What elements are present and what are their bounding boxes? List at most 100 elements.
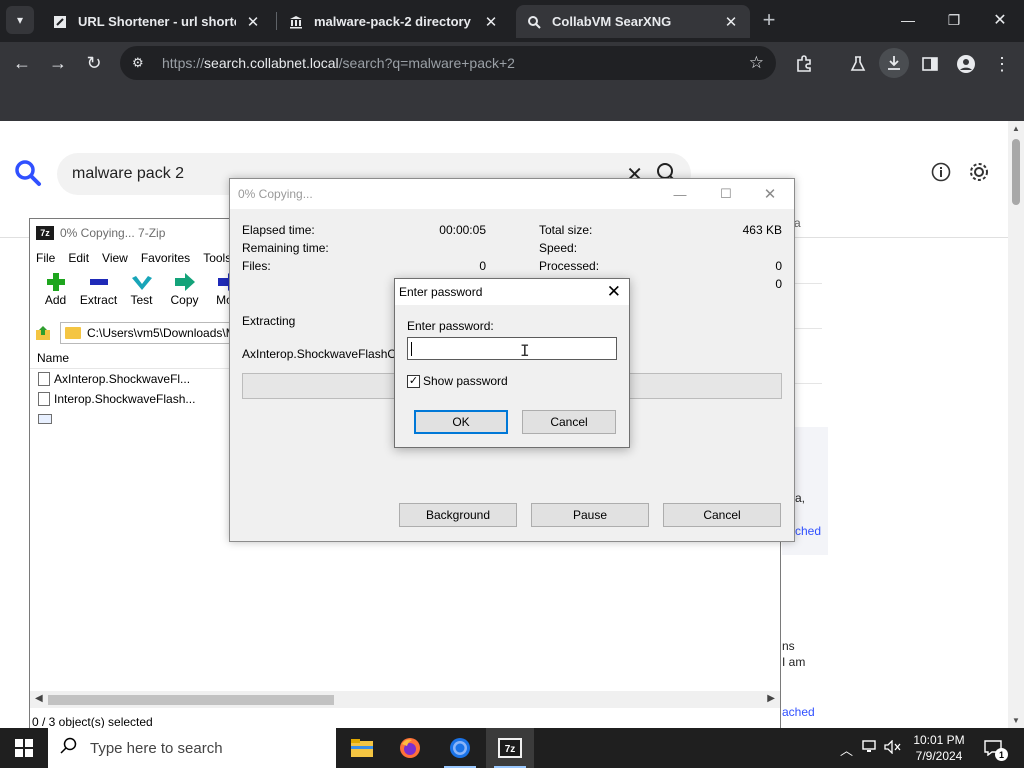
scroll-right-icon[interactable]: ▶ (767, 693, 775, 704)
bookmark-star-icon[interactable]: ☆ (749, 53, 764, 73)
checkbox-checked-icon[interactable]: ✓ (407, 374, 420, 388)
minimize-icon[interactable]: — (894, 8, 922, 32)
tab-search-chevron-icon[interactable]: ▾ (6, 6, 34, 34)
menu-favorites[interactable]: Favorites (141, 251, 190, 265)
processed-label: Processed: (539, 259, 600, 273)
window-file-icon (38, 414, 52, 424)
tab-url-shortener[interactable]: URL Shortener - url shortening ✕ (42, 5, 272, 38)
operation-label: Extracting (242, 314, 296, 328)
tab-collabvm-searxng[interactable]: CollabVM SearXNG ✕ (516, 5, 750, 38)
url-host: search.collabnet.local (204, 55, 339, 71)
close-icon[interactable]: ✕ (607, 282, 621, 302)
text-caret (411, 342, 412, 356)
pause-button[interactable]: Pause (531, 503, 649, 527)
menu-tools[interactable]: Tools (203, 251, 231, 265)
folder-icon (65, 327, 81, 339)
archive-favicon-icon (288, 14, 304, 30)
settings-gear-icon[interactable] (966, 159, 992, 185)
show-hidden-icons-chevron-icon[interactable]: ︿ (840, 740, 853, 759)
download-icon[interactable] (879, 48, 909, 78)
page-scrollbar[interactable]: ▲ ▼ (1008, 121, 1024, 728)
menu-file[interactable]: File (36, 251, 55, 265)
scroll-left-icon[interactable]: ◀ (35, 693, 43, 704)
chrome-icon[interactable] (436, 728, 484, 768)
password-field[interactable]: I (407, 337, 617, 360)
taskbar-search-placeholder: Type here to search (90, 739, 223, 757)
reload-icon[interactable]: ↻ (80, 50, 108, 76)
total-size-label: Total size: (539, 223, 593, 237)
file-name: AxInterop.ShockwaveFl... (54, 372, 191, 386)
extract-button[interactable]: Extract (77, 271, 120, 317)
extract-label: Extract (79, 293, 118, 307)
7zip-taskbar-icon[interactable]: 7z (486, 728, 534, 768)
result-link-fragment[interactable]: ached (782, 705, 815, 719)
7zip-logo-icon: 7z (36, 226, 54, 240)
compressed-value: 0 (775, 277, 782, 291)
cancel-copy-button[interactable]: Cancel (663, 503, 781, 527)
forward-arrow-icon[interactable]: → (44, 50, 72, 76)
processed-value: 0 (775, 259, 782, 273)
taskbar-search-box[interactable]: Type here to search (48, 728, 336, 768)
result-text-fragment: I am (782, 655, 806, 669)
address-url: https://search.collabnet.local/search?q=… (162, 55, 515, 71)
column-header-name[interactable]: Name (30, 347, 230, 369)
searxng-logo-icon[interactable] (14, 159, 42, 187)
scrollbar-thumb[interactable] (1012, 139, 1020, 205)
horizontal-scrollbar[interactable]: ◀ ▶ (30, 691, 780, 708)
minimize-icon[interactable]: — (670, 185, 690, 203)
browser-tab-strip: ▾ URL Shortener - url shortening ✕ malwa… (0, 0, 1024, 42)
restore-icon[interactable]: ❐ (940, 8, 968, 32)
scroll-up-icon[interactable]: ▲ (1012, 124, 1020, 133)
back-arrow-icon[interactable]: ← (8, 50, 36, 76)
add-button[interactable]: Add (34, 271, 77, 317)
add-plus-icon (46, 271, 66, 293)
firefox-icon[interactable] (386, 728, 434, 768)
file-name: Interop.ShockwaveFlash... (54, 392, 196, 406)
speed-label: Speed: (539, 241, 578, 255)
background-button[interactable]: Background (399, 503, 517, 527)
file-explorer-icon[interactable] (338, 728, 386, 768)
tab-malware-pack-listing[interactable]: malware-pack-2 directory listin ✕ (278, 5, 510, 38)
chrome-menu-icon[interactable]: ⋮ (990, 52, 1014, 76)
menu-view[interactable]: View (102, 251, 128, 265)
total-size-value: 463 KB (742, 223, 782, 237)
horizontal-scrollbar-thumb[interactable] (48, 695, 334, 705)
network-icon[interactable] (862, 740, 878, 757)
menu-edit[interactable]: Edit (68, 251, 89, 265)
info-icon[interactable] (928, 159, 954, 185)
address-bar[interactable]: ⚙ https://search.collabnet.local/search?… (120, 46, 776, 80)
tab-close-icon[interactable]: ✕ (244, 13, 262, 31)
show-password-checkbox[interactable]: ✓ Show password (407, 374, 508, 388)
profile-avatar-icon[interactable] (954, 52, 978, 76)
ok-button[interactable]: OK (414, 410, 508, 434)
windows-start-icon[interactable] (0, 728, 48, 768)
result-link-fragment[interactable]: ched (795, 524, 821, 538)
enter-password-dialog[interactable]: Enter password ✕ Enter password: I ✓ Sho… (394, 278, 630, 448)
folder-up-icon[interactable] (34, 324, 52, 342)
taskbar-clock[interactable]: 10:01 PM 7/9/2024 (906, 732, 972, 764)
add-label: Add (44, 293, 67, 307)
new-tab-icon[interactable]: + (757, 7, 781, 32)
maximize-icon[interactable]: ☐ (716, 185, 736, 203)
copy-button[interactable]: Copy (163, 271, 206, 317)
tab-close-icon[interactable]: ✕ (482, 13, 500, 31)
cancel-button[interactable]: Cancel (522, 410, 616, 434)
url-path: /search?q=malware+pack+2 (338, 55, 515, 71)
test-button[interactable]: Test (120, 271, 163, 317)
side-panel-icon[interactable] (918, 52, 942, 76)
close-window-icon[interactable]: ✕ (986, 8, 1014, 32)
tab-close-icon[interactable]: ✕ (722, 13, 740, 31)
close-icon[interactable]: ✕ (760, 185, 780, 203)
windows-taskbar: Type here to search 7z ︿ 10:01 PM 7/9/20… (0, 728, 1024, 768)
tab-fragment: a (794, 216, 801, 230)
password-dialog-titlebar[interactable]: Enter password (395, 279, 629, 305)
copying-titlebar[interactable]: 0% Copying... (230, 179, 794, 209)
svg-text:7z: 7z (505, 744, 516, 755)
site-info-icon[interactable]: ⚙ (132, 55, 150, 71)
scroll-down-icon[interactable]: ▼ (1012, 716, 1020, 725)
url-scheme: https:// (162, 55, 205, 71)
notification-center-icon[interactable]: 1 (982, 738, 1008, 761)
volume-muted-icon[interactable] (884, 739, 902, 757)
extensions-icon[interactable] (792, 52, 816, 76)
labs-flask-icon[interactable] (846, 52, 870, 76)
